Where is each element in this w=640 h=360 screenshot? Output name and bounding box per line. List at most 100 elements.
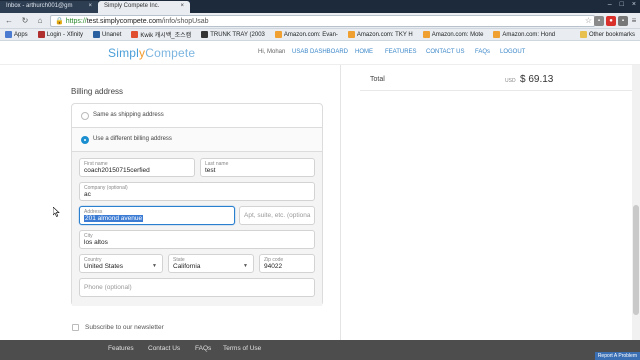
folder-icon [579,31,587,38]
page-icon [37,31,45,38]
home-icon[interactable]: ⌂ [35,16,45,26]
phone-field[interactable]: Phone (optional) [79,278,315,297]
url-path: /info/shopUsab [161,18,209,25]
menu-icon[interactable]: ≡ [629,16,639,26]
bookmark-apps[interactable]: Apps [2,30,31,39]
reload-icon[interactable]: ↻ [20,16,30,26]
nav-usab-dashboard[interactable]: USAB DASHBOARD [292,49,348,55]
address-field[interactable]: Address 201 almond avenue [79,206,235,225]
bookmark-item[interactable]: Kwik 캐시백_조스캠 [128,30,194,39]
scrollbar-thumb[interactable] [633,205,639,315]
bookmark-label: Amazon.com: Evan- [283,31,338,38]
summary-separator [360,90,640,91]
option-label: Same as shipping address [93,112,164,118]
bookmark-label: Kwik 캐시백_조스캠 [140,33,192,39]
radio-same-as-shipping[interactable] [81,112,89,120]
first-name-field[interactable]: First name coach20150715cerfied [79,158,195,177]
page-scrollbar[interactable] [632,65,640,340]
total-currency: USD [505,78,516,84]
url-scheme: https:// [65,18,87,25]
bookmark-star-icon[interactable]: ☆ [585,16,592,25]
footer-features-link[interactable]: Features [108,345,134,352]
back-icon[interactable]: ← [4,16,14,26]
amazon-icon [493,31,501,38]
amazon-icon [422,31,430,38]
page-icon [201,31,209,38]
bookmark-label: Amazon.com: Mote [431,31,484,38]
bookmark-item[interactable]: Unanet [90,30,124,39]
user-greeting: Hi, Mohan [258,49,286,55]
window-controls: – □ × [608,1,636,8]
address-bar[interactable]: 🔒 https://test.simplycompete.com/info/sho… [50,15,595,27]
total-label: Total [370,76,385,83]
bookmark-label: Login - Xfinity [46,31,84,38]
different-billing-option[interactable]: Use a different billing address [72,128,322,152]
last-name-field[interactable]: Last name test [200,158,315,177]
bookmark-item[interactable]: TRUNK TRAY (2003 [198,30,268,39]
footer-contact-link[interactable]: Contact Us [148,345,180,352]
tab-label: Simply Compete Inc. [104,3,160,9]
state-select[interactable]: State California ▼ [168,254,254,273]
tab-label: Inbox - arthurch001@gm [6,3,73,9]
lock-icon: 🔒 [55,18,64,25]
close-icon[interactable]: × [88,3,92,9]
bookmark-label: Unanet [102,31,122,38]
billing-address-form: First name coach20150715cerfied Last nam… [72,152,322,306]
close-icon[interactable]: × [180,3,184,9]
tab-inbox[interactable]: Inbox - arthurch001@gm × [0,1,98,13]
bookmark-item[interactable]: Amazon.com: Mote [420,30,487,39]
footer-faqs-link[interactable]: FAQs [195,345,211,352]
bookmark-item[interactable]: Amazon.com: TKY H [345,30,416,39]
total-amount: $ 69.13 [520,74,554,85]
footer-terms-link[interactable]: Terms of Use [223,345,261,352]
report-problem-button[interactable]: Report A Problem [594,352,640,360]
bookmark-item[interactable]: Amazon.com: Evan- [272,30,341,39]
browser-toolbar: ← ↻ ⌂ 🔒 https://test.simplycompete.com/in… [0,13,640,29]
extension-icon[interactable]: ▪ [594,16,604,26]
chevron-down-icon: ▼ [243,263,248,269]
option-label: Use a different billing address [93,136,172,142]
zip-code-field[interactable]: Zip code 94022 [259,254,315,273]
nav-features[interactable]: FEATURES [385,49,417,55]
browser-tab-bar: Inbox - arthurch001@gm × Simply Compete … [0,0,640,13]
company-field[interactable]: Company (optional) ac [79,182,315,201]
nav-contact-us[interactable]: CONTACT US [426,49,464,55]
page-icon [131,31,139,38]
newsletter-label: Subscribe to our newsletter [85,324,164,331]
bookmark-label: Apps [14,31,28,38]
simply-compete-logo[interactable]: SimplyCompete [108,46,195,60]
nav-faqs[interactable]: FAQs [475,49,490,55]
bookmark-label: TRUNK TRAY (2003 [210,31,265,38]
bookmark-item[interactable]: Login - Xfinity [35,30,86,39]
summary-divider [340,65,341,340]
url-host: test.simplycompete.com [86,18,162,25]
bookmark-label: Other bookmarks [588,31,635,38]
bookmarks-bar: Apps Login - Xfinity Unanet Kwik 캐시백_조스캠… [0,29,640,41]
chevron-down-icon: ▼ [152,263,157,269]
billing-address-panel: Same as shipping address Use a different… [71,103,323,306]
maximize-icon[interactable]: □ [620,1,624,8]
extension-icon-2[interactable]: ▪ [618,16,628,26]
apt-suite-field[interactable]: Apt, suite, etc. (optiona [239,206,315,225]
site-footer: Features Contact Us FAQs Terms of Use Re… [0,340,640,360]
minimize-icon[interactable]: – [608,1,612,8]
bookmark-item[interactable]: Amazon.com: Hond [490,30,558,39]
mouse-cursor-icon [52,206,60,219]
bookmark-label: Amazon.com: Hond [502,31,556,38]
site-header: SimplyCompete Hi, Mohan USAB DASHBOARD H… [0,41,640,65]
country-select[interactable]: Country United States ▼ [79,254,163,273]
close-window-icon[interactable]: × [632,1,636,8]
adblock-icon[interactable]: ● [606,16,616,26]
radio-different-billing[interactable] [81,136,89,144]
apps-icon [5,31,12,38]
billing-address-heading: Billing address [71,87,124,96]
city-field[interactable]: City los altos [79,230,315,249]
bookmark-label: Amazon.com: TKY H [356,31,413,38]
nav-logout[interactable]: LOGOUT [500,49,525,55]
amazon-icon [274,31,282,38]
nav-home[interactable]: HOME [355,49,373,55]
newsletter-checkbox[interactable] [72,324,79,331]
other-bookmarks[interactable]: Other bookmarks [577,30,638,39]
tab-simply-compete[interactable]: Simply Compete Inc. × [98,1,190,13]
same-as-shipping-option[interactable]: Same as shipping address [72,104,322,128]
